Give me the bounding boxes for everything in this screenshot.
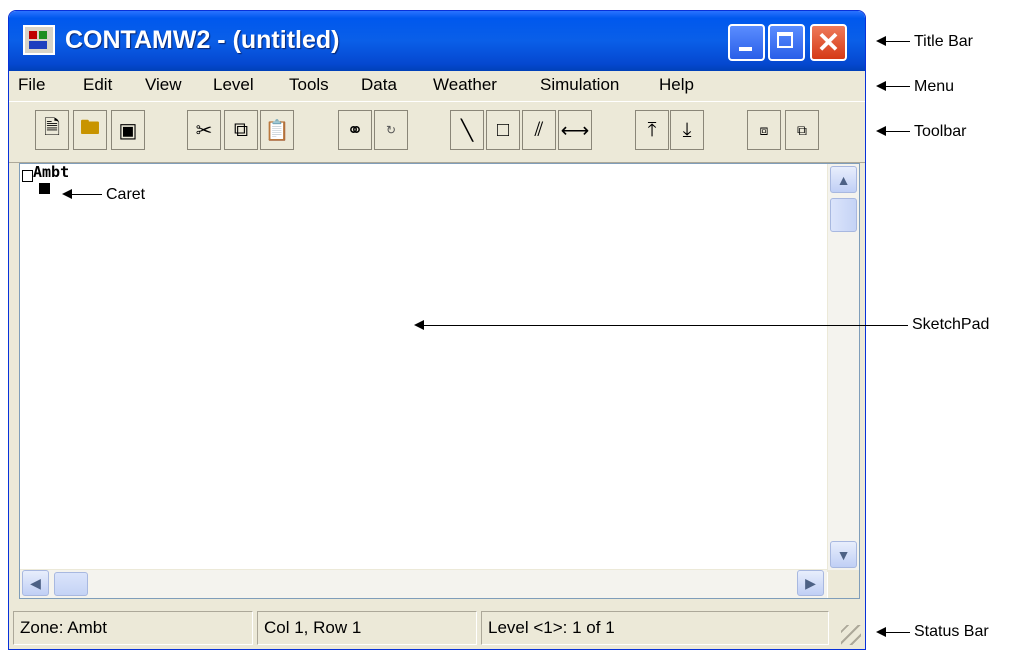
- ambient-zone-icon: [22, 170, 33, 182]
- menu-view[interactable]: View: [145, 75, 182, 95]
- sketchpad-arrow-line: [422, 325, 908, 326]
- copy-level-icon: ⧉: [797, 121, 807, 138]
- annotation-toolbar: Toolbar: [914, 123, 967, 140]
- bidirectional-arrow-icon: ⟷: [560, 119, 590, 142]
- level-up-icon: ⤒: [647, 118, 657, 141]
- menu-weather[interactable]: Weather: [433, 75, 497, 95]
- paste-level-button[interactable]: ⧈: [747, 110, 781, 150]
- paste-button[interactable]: 📋: [260, 110, 294, 150]
- annotation-title-bar: Title Bar: [914, 33, 973, 50]
- chevron-right-icon: ▶: [805, 574, 816, 591]
- menu-data[interactable]: Data: [361, 75, 397, 95]
- status-position: Col 1, Row 1: [257, 611, 477, 645]
- new-file-icon: 🗎: [43, 117, 61, 139]
- find-binoculars-icon: ⚭: [346, 119, 364, 142]
- copy-button[interactable]: ⧉: [224, 110, 258, 150]
- menu-file[interactable]: File: [18, 75, 45, 95]
- title-bar-arrow-line: [884, 41, 910, 42]
- menu-arrow-line: [884, 86, 910, 87]
- app-window: CONTAMW2 - (untitled) ✕ File Edit View L…: [8, 10, 866, 650]
- horizontal-scrollbar[interactable]: ◀ ▶: [20, 569, 827, 598]
- annotation-status-bar: Status Bar: [914, 623, 989, 640]
- swap-ab-icon: ↻: [385, 123, 397, 137]
- rectangle-icon: □: [496, 118, 510, 141]
- window-title: CONTAMW2 - (untitled): [65, 26, 340, 54]
- duct-tool-button[interactable]: ⫽: [522, 110, 556, 150]
- toolbar-arrow-line: [884, 131, 910, 132]
- copy-level-button[interactable]: ⧉: [785, 110, 819, 150]
- vertical-scroll-thumb[interactable]: [830, 198, 857, 232]
- annotation-menu: Menu: [914, 78, 955, 95]
- caret: [39, 183, 50, 194]
- menu-level[interactable]: Level: [213, 75, 254, 95]
- wall-line-icon: ╲: [460, 119, 474, 142]
- menu-edit[interactable]: Edit: [83, 75, 112, 95]
- status-level: Level <1>: 1 of 1: [481, 611, 829, 645]
- double-line-icon: ⫽: [534, 118, 544, 141]
- chevron-down-icon: ▼: [836, 546, 851, 563]
- save-button[interactable]: ▣: [111, 110, 145, 150]
- copy-icon: ⧉: [233, 118, 249, 141]
- chevron-up-icon: ▲: [836, 171, 851, 188]
- minimize-icon: [739, 47, 752, 51]
- swap-button[interactable]: ↻: [374, 110, 408, 150]
- open-folder-icon: 🖿: [80, 117, 100, 139]
- level-up-button[interactable]: ⤒: [635, 110, 669, 150]
- sketchpad[interactable]: Ambt: [20, 164, 827, 572]
- level-down-icon: ⤓: [682, 118, 692, 141]
- open-button[interactable]: 🖿: [73, 110, 107, 150]
- paste-level-icon: ⧈: [759, 121, 769, 138]
- maximize-button[interactable]: [768, 24, 805, 61]
- link-tool-button[interactable]: ⟷: [558, 110, 592, 150]
- sketchpad-frame: Ambt ▲ ▼ ◀ ▶: [19, 163, 860, 599]
- level-down-button[interactable]: ⤓: [670, 110, 704, 150]
- close-button[interactable]: ✕: [810, 24, 847, 61]
- menu-help[interactable]: Help: [659, 75, 694, 95]
- status-zone: Zone: Ambt: [13, 611, 253, 645]
- rectangle-tool-button[interactable]: □: [486, 110, 520, 150]
- cut-button[interactable]: ✂: [187, 110, 221, 150]
- scroll-up-button[interactable]: ▲: [830, 166, 857, 193]
- title-bar[interactable]: CONTAMW2 - (untitled) ✕: [9, 11, 865, 71]
- paste-icon: 📋: [264, 119, 290, 142]
- minimize-button[interactable]: [728, 24, 765, 61]
- new-file-button[interactable]: 🗎: [35, 110, 69, 150]
- annotation-caret: Caret: [106, 186, 146, 203]
- chevron-left-icon: ◀: [30, 574, 41, 591]
- maximize-icon: [777, 32, 793, 48]
- cut-scissors-icon: ✂: [195, 119, 213, 142]
- horizontal-scroll-thumb[interactable]: [54, 572, 88, 596]
- scrollbar-corner: [828, 570, 859, 598]
- menu-simulation[interactable]: Simulation: [540, 75, 619, 95]
- scroll-down-button[interactable]: ▼: [830, 541, 857, 568]
- caret-arrow-line: [70, 194, 102, 195]
- save-disk-icon: ▣: [118, 119, 138, 142]
- vertical-scrollbar[interactable]: ▲ ▼: [827, 164, 859, 572]
- annotation-sketchpad: SketchPad: [912, 316, 990, 333]
- scroll-left-button[interactable]: ◀: [22, 570, 49, 596]
- wall-tool-button[interactable]: ╲: [450, 110, 484, 150]
- find-button[interactable]: ⚭: [338, 110, 372, 150]
- close-icon: ✕: [816, 27, 841, 58]
- zone-label: Ambt: [33, 163, 70, 181]
- app-icon[interactable]: [23, 25, 55, 55]
- menu-bar: File Edit View Level Tools Data Weather …: [9, 71, 865, 99]
- status-bar: Zone: Ambt Col 1, Row 1 Level <1>: 1 of …: [9, 609, 865, 649]
- scroll-right-button[interactable]: ▶: [797, 570, 824, 596]
- status-bar-arrow-line: [884, 632, 910, 633]
- resize-grip-icon[interactable]: [841, 625, 861, 645]
- toolbar: 🗎 🖿 ▣ ✂ ⧉ 📋 ⚭ ↻ ╲ □ ⫽ ⟷ ⤒ ⤓ ⧈ ⧉: [9, 101, 865, 163]
- menu-tools[interactable]: Tools: [289, 75, 329, 95]
